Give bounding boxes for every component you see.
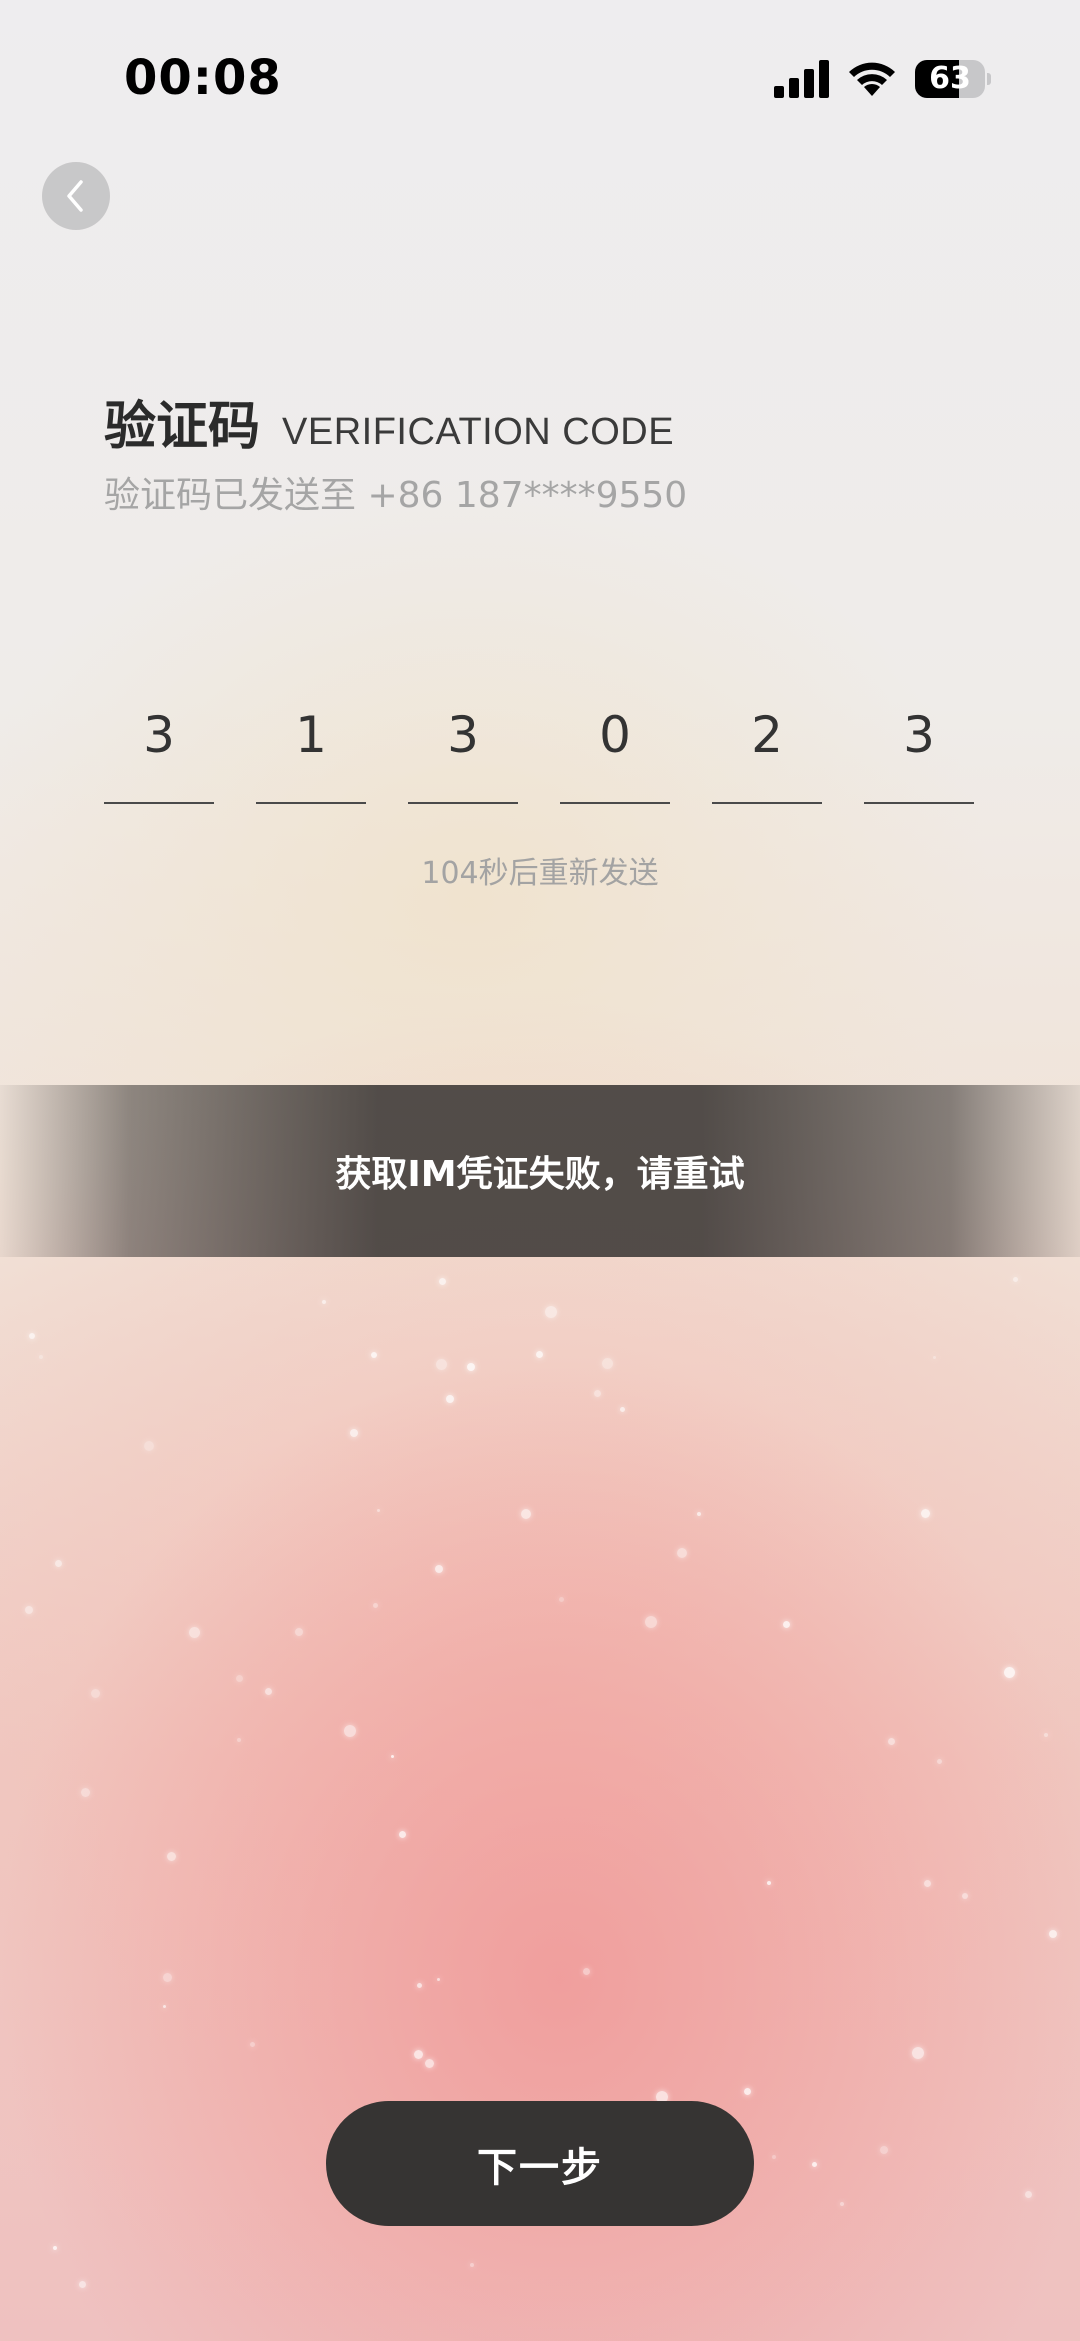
particle	[53, 2246, 57, 2250]
particle	[583, 1968, 590, 1975]
particle	[840, 2202, 844, 2206]
code-digit: 2	[751, 706, 783, 764]
particle	[446, 1395, 454, 1403]
particle	[536, 1351, 543, 1358]
particle	[295, 1628, 303, 1636]
particle	[81, 1788, 90, 1797]
particle	[912, 2047, 924, 2059]
code-digit: 3	[447, 706, 479, 764]
particle	[265, 1688, 272, 1695]
particle	[250, 2042, 255, 2047]
particle	[91, 1689, 100, 1698]
particle	[594, 1390, 601, 1397]
particle	[470, 2263, 474, 2267]
code-digit: 1	[295, 706, 327, 764]
code-digit-box[interactable]: 3	[408, 690, 518, 804]
particle	[620, 1407, 625, 1412]
page-title-english: VERIFICATION CODE	[282, 411, 675, 453]
status-time: 00:08	[124, 50, 282, 106]
particle	[391, 1755, 394, 1758]
toast-message: 获取IM凭证失败，请重试	[335, 1154, 745, 1195]
particle	[921, 1509, 930, 1518]
particle	[55, 1560, 62, 1567]
battery-body: 63	[915, 60, 985, 98]
particle	[163, 1973, 172, 1982]
particle	[25, 1606, 33, 1614]
battery-level: 63	[929, 61, 971, 96]
particle	[962, 1893, 968, 1899]
particle	[933, 1356, 936, 1359]
particle	[545, 1306, 557, 1318]
battery-icon: 63	[915, 60, 991, 98]
particle	[744, 2088, 751, 2095]
particle	[1025, 2191, 1032, 2198]
error-toast: 获取IM凭证失败，请重试	[0, 1085, 1080, 1257]
particle	[880, 2146, 888, 2154]
code-digit-box[interactable]: 3	[104, 690, 214, 804]
particle	[436, 1359, 447, 1370]
code-digit: 0	[599, 706, 631, 764]
page-title: 验证码	[104, 397, 261, 457]
particle	[772, 2155, 776, 2159]
particle	[144, 1441, 154, 1451]
particle	[937, 1759, 942, 1764]
particle	[377, 1509, 380, 1512]
next-step-button[interactable]: 下一步	[326, 2101, 754, 2226]
particle	[236, 1675, 243, 1682]
particle	[414, 2050, 423, 2059]
code-digit-box[interactable]: 2	[712, 690, 822, 804]
particle	[767, 1881, 771, 1885]
particle	[602, 1358, 613, 1369]
particle	[29, 1333, 35, 1339]
resend-countdown: 104秒后重新发送	[421, 856, 659, 891]
particle	[189, 1627, 200, 1638]
code-digit-box[interactable]: 1	[256, 690, 366, 804]
particle	[39, 1355, 43, 1359]
particle	[521, 1509, 531, 1519]
particle	[322, 1300, 326, 1304]
particle	[350, 1429, 358, 1437]
code-digit-box[interactable]: 3	[864, 690, 974, 804]
particle	[888, 1738, 895, 1745]
code-digit: 3	[143, 706, 175, 764]
particle	[417, 1983, 422, 1988]
particle	[237, 1738, 241, 1742]
particle	[439, 1278, 446, 1285]
particle	[435, 1565, 443, 1573]
chevron-left-icon	[67, 180, 83, 212]
particle	[697, 1512, 701, 1516]
particle	[645, 1616, 657, 1628]
code-digit-box[interactable]: 0	[560, 690, 670, 804]
particle	[812, 2162, 817, 2167]
particle	[437, 1978, 440, 1981]
particle	[373, 1603, 378, 1608]
particle	[924, 1880, 931, 1887]
status-bar: 00:08 63	[0, 0, 1080, 160]
particle	[79, 2281, 86, 2288]
code-digit: 3	[903, 706, 935, 764]
particle	[167, 1852, 176, 1861]
particle	[399, 1831, 406, 1838]
particle	[559, 1597, 564, 1602]
cellular-signal-icon	[774, 60, 829, 98]
sent-to-phone-text: 验证码已发送至 +86 187****9550	[104, 475, 688, 516]
particle	[677, 1548, 687, 1558]
back-button[interactable]	[42, 162, 110, 230]
particle	[1013, 1277, 1018, 1282]
page-heading: 验证码 VERIFICATION CODE	[104, 384, 674, 459]
particle	[163, 2005, 166, 2008]
particle	[1004, 1667, 1015, 1678]
particle	[371, 1352, 377, 1358]
battery-tip	[987, 73, 991, 85]
particle	[344, 1725, 356, 1737]
particle	[783, 1621, 790, 1628]
particle	[1049, 1930, 1057, 1938]
next-step-label: 下一步	[477, 2144, 603, 2191]
particle	[1044, 1733, 1048, 1737]
particle	[467, 1363, 475, 1371]
verification-code-input[interactable]: 3 1 3 0 2 3	[104, 690, 976, 806]
particle	[425, 2059, 434, 2068]
wifi-icon	[849, 62, 895, 96]
